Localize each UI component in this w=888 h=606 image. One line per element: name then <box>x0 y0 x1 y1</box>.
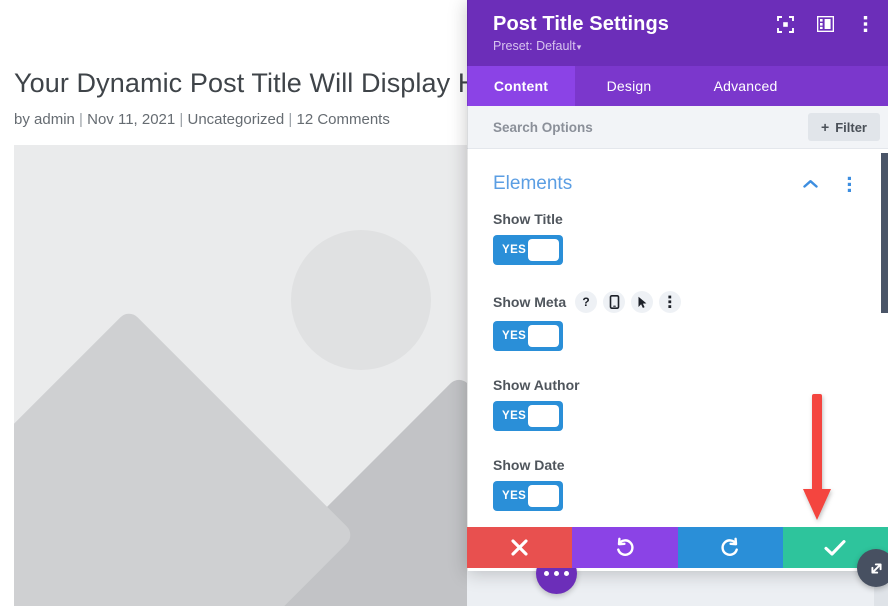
option-more-options-icon[interactable] <box>659 291 682 313</box>
featured-image-art <box>14 145 478 606</box>
option-label-line: Show Author <box>493 377 862 393</box>
focus-target-icon[interactable] <box>772 11 798 37</box>
screen-root: Your Dynamic Post Title Will Display H b… <box>0 0 888 606</box>
panel-left-edge <box>467 0 468 571</box>
undo-button[interactable] <box>572 527 678 568</box>
search-bar: + Filter <box>467 106 888 149</box>
meta-separator: | <box>79 111 83 128</box>
plus-icon: + <box>821 119 830 135</box>
modal-header: Post Title Settings Preset: Default▾ <box>467 0 888 66</box>
more-options-icon[interactable] <box>852 11 878 37</box>
redo-icon <box>721 537 738 556</box>
section-header-icons <box>797 171 862 197</box>
chevron-down-icon: ▾ <box>576 42 582 52</box>
meta-comments: 12 Comments <box>296 111 390 128</box>
tab-content[interactable]: Content <box>467 66 575 106</box>
tab-design[interactable]: Design <box>575 66 683 106</box>
toggle-state-label: YES <box>502 410 527 422</box>
cursor-hover-icon[interactable] <box>631 291 654 313</box>
filter-button-label: Filter <box>835 119 867 135</box>
panel-scrollbar-track[interactable] <box>881 149 888 571</box>
toggle-knob <box>528 485 559 507</box>
mobile-device-icon[interactable] <box>603 291 626 313</box>
option-label-line: Show Title <box>493 211 862 227</box>
section-more-options-icon[interactable] <box>836 171 862 197</box>
toggle-show-meta[interactable]: YES <box>493 321 563 351</box>
toggle-knob <box>528 239 559 261</box>
filter-button[interactable]: + Filter <box>808 113 880 141</box>
modal-header-icons <box>772 11 878 37</box>
option-label: Show Title <box>493 211 563 227</box>
placeholder-sun-icon <box>291 230 431 370</box>
option-label-line: Show Meta ? <box>493 291 862 313</box>
resize-diagonal-icon <box>870 562 882 574</box>
meta-separator: | <box>179 111 184 128</box>
toggle-knob <box>528 325 559 347</box>
option-label: Show Meta <box>493 294 567 310</box>
toggle-state-label: YES <box>502 244 527 256</box>
section-elements-header[interactable]: Elements <box>467 149 888 211</box>
panel-scrollbar-thumb[interactable] <box>881 153 888 313</box>
annotation-arrow <box>801 394 833 524</box>
redo-button[interactable] <box>677 527 783 568</box>
page-title: Your Dynamic Post Title Will Display H <box>14 68 478 98</box>
meta-author: by admin <box>14 111 75 128</box>
page-bottom-strip <box>467 568 888 606</box>
post-meta-line: by admin | Nov 11, 2021 | Uncategorized … <box>14 111 390 128</box>
svg-text:?: ? <box>582 295 589 309</box>
featured-image-placeholder <box>14 145 478 606</box>
placeholder-mountain-front <box>14 308 356 606</box>
dot <box>564 571 569 576</box>
toggle-state-label: YES <box>502 490 527 502</box>
option-show-meta: Show Meta ? YES <box>467 291 888 351</box>
option-label: Show Date <box>493 457 565 473</box>
close-icon <box>511 539 528 556</box>
toggle-show-author[interactable]: YES <box>493 401 563 431</box>
search-input[interactable] <box>493 119 809 135</box>
dot <box>544 571 549 576</box>
cancel-button[interactable] <box>467 527 573 568</box>
panel-layout-icon[interactable] <box>812 11 838 37</box>
option-hover-icons: ? <box>575 291 682 313</box>
preset-selector[interactable]: Preset: Default▾ <box>493 39 870 53</box>
option-show-title: Show Title YES <box>467 211 888 265</box>
meta-separator: | <box>288 111 293 128</box>
toggle-show-title[interactable]: YES <box>493 235 563 265</box>
preset-label: Preset: Default <box>493 39 576 53</box>
section-title: Elements <box>493 173 573 194</box>
meta-date: Nov 11, 2021 <box>87 111 176 128</box>
undo-icon <box>617 537 634 556</box>
check-icon <box>824 539 846 556</box>
toggle-knob <box>528 405 559 427</box>
chevron-up-icon[interactable] <box>797 171 823 197</box>
modal-action-bar <box>467 527 888 568</box>
page-preview: Your Dynamic Post Title Will Display H b… <box>0 0 478 606</box>
toggle-state-label: YES <box>502 330 527 342</box>
resize-handle[interactable] <box>857 549 888 587</box>
meta-category: Uncategorized <box>187 111 285 128</box>
tab-advanced[interactable]: Advanced <box>683 66 808 106</box>
dot <box>554 571 559 576</box>
option-label: Show Author <box>493 377 580 393</box>
modal-tabs: Content Design Advanced <box>467 66 888 106</box>
toggle-show-date[interactable]: YES <box>493 481 563 511</box>
help-icon[interactable]: ? <box>575 291 598 313</box>
